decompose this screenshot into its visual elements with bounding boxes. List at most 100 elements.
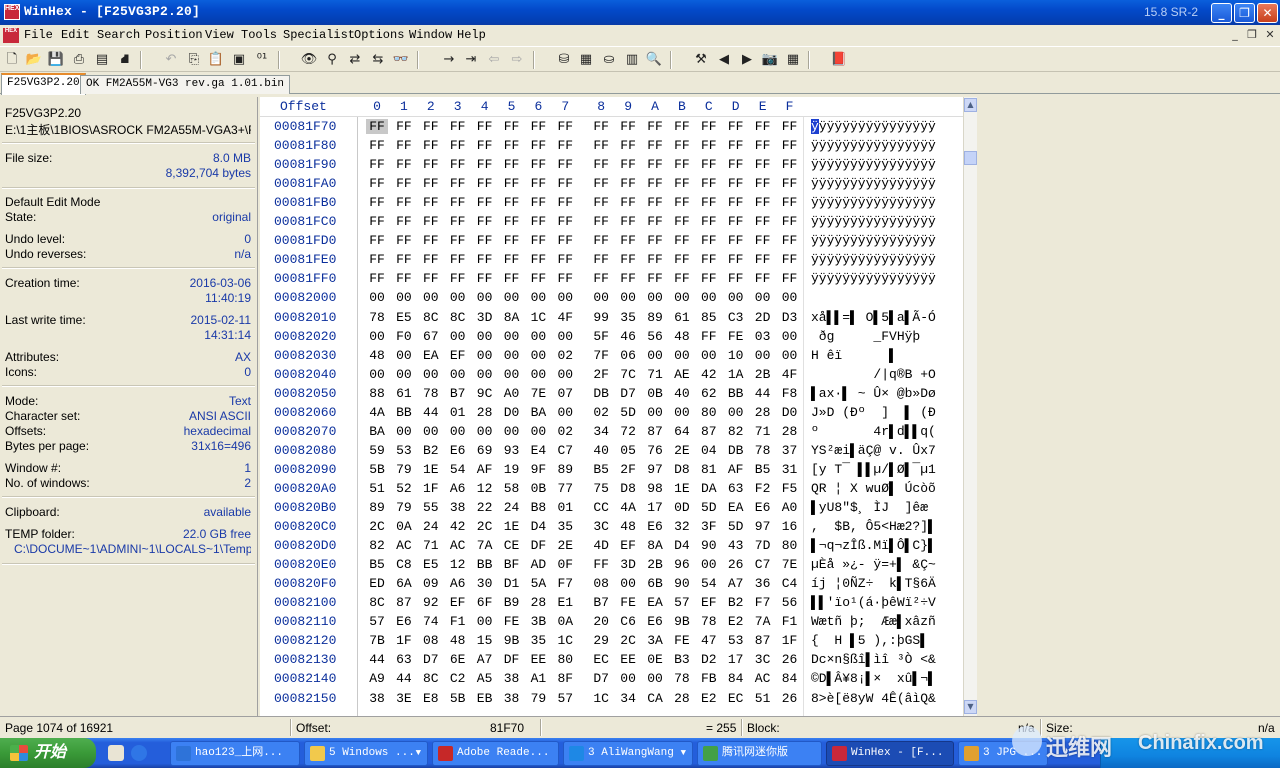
- text-column[interactable]: [y T¯ ▌▌µ/▌Ø▌¯µ1: [811, 462, 936, 477]
- hex-byte[interactable]: FF: [393, 252, 415, 267]
- hex-byte[interactable]: 9C: [474, 386, 496, 401]
- hex-byte[interactable]: FF: [366, 176, 388, 191]
- hex-byte[interactable]: FF: [725, 119, 747, 134]
- hex-byte[interactable]: 8A: [501, 310, 523, 325]
- hex-byte[interactable]: 3D: [617, 557, 639, 572]
- hex-byte[interactable]: FF: [447, 157, 469, 172]
- hex-byte[interactable]: E5: [420, 557, 442, 572]
- hex-byte[interactable]: A0: [501, 386, 523, 401]
- hex-byte[interactable]: FE: [501, 614, 523, 629]
- taskbar-button[interactable]: hao123_上网...: [170, 741, 300, 766]
- hex-byte[interactable]: 7A: [752, 614, 774, 629]
- hex-byte[interactable]: FE: [671, 633, 693, 648]
- hex-byte[interactable]: 35: [527, 633, 549, 648]
- hex-byte[interactable]: 76: [644, 443, 666, 458]
- find-text-icon[interactable]: 👁: [300, 51, 318, 69]
- hex-byte[interactable]: 78: [671, 671, 693, 686]
- hex-byte[interactable]: 0D: [671, 500, 693, 515]
- hex-byte[interactable]: EE: [527, 652, 549, 667]
- hex-byte[interactable]: 78: [698, 614, 720, 629]
- hex-byte[interactable]: 00: [447, 424, 469, 439]
- hex-byte[interactable]: 0B: [644, 386, 666, 401]
- hex-byte[interactable]: F1: [447, 614, 469, 629]
- hex-byte[interactable]: 00: [501, 367, 523, 382]
- text-column[interactable]: ðg _FVHÿþ: [811, 329, 936, 344]
- hex-byte[interactable]: FF: [447, 119, 469, 134]
- hex-byte[interactable]: 0F: [554, 557, 576, 572]
- hex-byte[interactable]: FF: [501, 119, 523, 134]
- hex-byte[interactable]: 2F: [617, 462, 639, 477]
- hex-row[interactable]: 00082120 7B 1F 08 48 15 9B 35 1C 29 2C 3A FE 47 53 87 1F…: [260, 632, 963, 651]
- hex-byte[interactable]: 38: [447, 500, 469, 515]
- hex-byte[interactable]: 00: [779, 348, 801, 363]
- hex-byte[interactable]: FF: [698, 329, 720, 344]
- hex-byte[interactable]: 00: [644, 671, 666, 686]
- mdi-minimize-button[interactable]: _: [1228, 28, 1242, 42]
- hex-byte[interactable]: 57: [671, 595, 693, 610]
- hex-byte[interactable]: 71: [644, 367, 666, 382]
- hex-byte[interactable]: 3C: [752, 652, 774, 667]
- hex-byte[interactable]: FF: [698, 138, 720, 153]
- hex-byte[interactable]: AC: [752, 671, 774, 686]
- hex-byte[interactable]: 28: [527, 595, 549, 610]
- hex-byte[interactable]: FF: [671, 119, 693, 134]
- hex-byte[interactable]: A6: [447, 481, 469, 496]
- hex-byte[interactable]: 74: [420, 614, 442, 629]
- taskbar-button[interactable]: WinHex - [F...: [826, 741, 954, 766]
- hex-byte[interactable]: 00: [527, 290, 549, 305]
- menu-help[interactable]: Help: [457, 28, 486, 42]
- hex-row[interactable]: 000820F0 ED 6A 09 A6 30 D1 5A F7 08 00 6B 90 54 A7 36 C4…: [260, 575, 963, 594]
- hex-byte[interactable]: F7: [554, 576, 576, 591]
- hex-byte[interactable]: 64: [671, 424, 693, 439]
- hex-byte[interactable]: 02: [554, 348, 576, 363]
- hex-byte[interactable]: AC: [393, 538, 415, 553]
- hex-byte[interactable]: 53: [393, 443, 415, 458]
- hex-byte[interactable]: 53: [725, 633, 747, 648]
- hex-byte[interactable]: 34: [617, 691, 639, 706]
- hex-byte[interactable]: 00: [420, 367, 442, 382]
- hex-byte[interactable]: 48: [671, 329, 693, 344]
- hex-byte[interactable]: 00: [474, 424, 496, 439]
- hex-byte[interactable]: 44: [366, 652, 388, 667]
- taskbar-group-dropdown-icon[interactable]: ▼: [416, 742, 421, 765]
- text-column[interactable]: ÿÿÿÿÿÿÿÿÿÿÿÿÿÿÿÿ: [811, 214, 936, 229]
- write-hex-icon[interactable]: ⁰¹: [253, 51, 271, 69]
- hex-byte[interactable]: 00: [501, 290, 523, 305]
- hex-byte[interactable]: FF: [671, 138, 693, 153]
- hex-byte[interactable]: 26: [779, 652, 801, 667]
- text-column[interactable]: ÿÿÿÿÿÿÿÿÿÿÿÿÿÿÿÿ: [811, 233, 936, 248]
- text-column[interactable]: J»D (Ðº ] ▌ (Ð: [811, 405, 936, 420]
- previous-icon[interactable]: ◀: [715, 51, 733, 69]
- hex-byte[interactable]: 24: [501, 500, 523, 515]
- hex-byte[interactable]: 32: [671, 519, 693, 534]
- hex-row[interactable]: 000820D0 82 AC 71 AC 7A CE DF 2E 4D EF 8A D4 90 43 7D 80…: [260, 537, 963, 556]
- text-column[interactable]: ▌ax·▌ ~ Û× @b»Dø: [811, 386, 936, 401]
- text-column[interactable]: ÿÿÿÿÿÿÿÿÿÿÿÿÿÿÿÿ: [811, 119, 936, 134]
- hex-byte[interactable]: 5A: [527, 576, 549, 591]
- hex-byte[interactable]: FE: [725, 329, 747, 344]
- ram-icon[interactable]: ▦: [577, 51, 595, 69]
- hex-byte[interactable]: 8A: [644, 538, 666, 553]
- hex-byte[interactable]: DF: [501, 652, 523, 667]
- hex-byte[interactable]: 4A: [366, 405, 388, 420]
- hex-byte[interactable]: D7: [617, 386, 639, 401]
- text-column[interactable]: ▌yU8"$¸ ÌJ ]êæ: [811, 500, 936, 515]
- hex-byte[interactable]: FF: [671, 233, 693, 248]
- hex-byte[interactable]: 00: [698, 557, 720, 572]
- hex-byte[interactable]: 40: [590, 443, 612, 458]
- text-column[interactable]: º 4r▌d▌▌q(: [811, 424, 936, 439]
- hex-byte[interactable]: FF: [474, 176, 496, 191]
- hex-byte[interactable]: 84: [779, 671, 801, 686]
- hex-row[interactable]: 00081FC0 FF FF FF FF FF FF FF FF FF FF FF FF FF FF FF FF…: [260, 213, 963, 232]
- hex-byte[interactable]: 61: [393, 386, 415, 401]
- hex-byte[interactable]: FF: [617, 138, 639, 153]
- hex-byte[interactable]: FF: [779, 214, 801, 229]
- disk-icon[interactable]: ⛁: [555, 51, 573, 69]
- hex-byte[interactable]: FF: [501, 214, 523, 229]
- hex-byte[interactable]: D4: [671, 538, 693, 553]
- hex-byte[interactable]: 6A: [393, 576, 415, 591]
- hex-byte[interactable]: 00: [474, 348, 496, 363]
- hex-byte[interactable]: 4A: [617, 500, 639, 515]
- hex-byte[interactable]: FF: [527, 214, 549, 229]
- hex-byte[interactable]: 5D: [725, 519, 747, 534]
